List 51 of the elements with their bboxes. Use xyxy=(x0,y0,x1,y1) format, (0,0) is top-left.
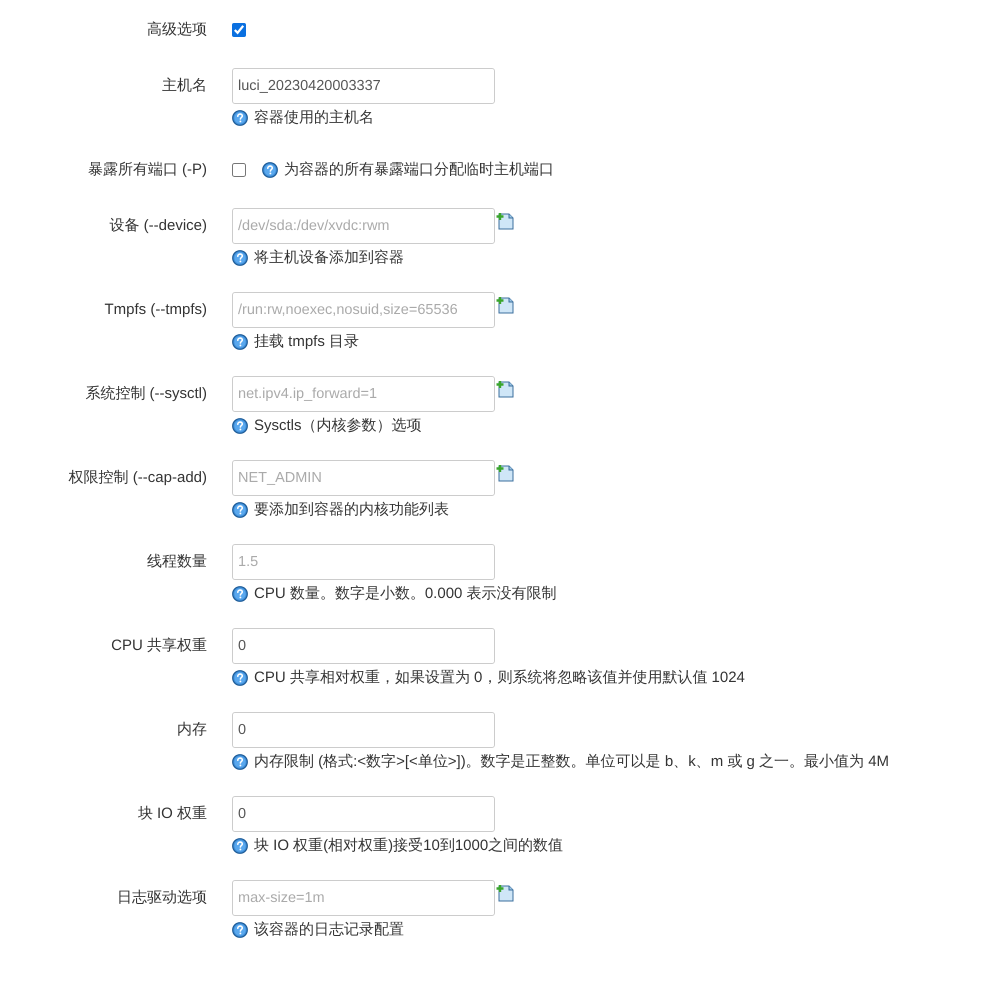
help-icon xyxy=(262,162,278,178)
text-field[interactable]: /run:rw,noexec,nosuid,size=65536 xyxy=(232,292,495,328)
checkbox[interactable] xyxy=(232,163,246,177)
text-field[interactable]: 0 xyxy=(232,796,495,832)
field-label: Tmpfs (--tmpfs) xyxy=(104,301,207,318)
field-label: 暴露所有端口 (-P) xyxy=(88,161,207,178)
checkbox[interactable] xyxy=(232,23,246,37)
text-field[interactable]: 0 xyxy=(232,628,495,664)
field-label: 系统控制 (--sysctl) xyxy=(85,385,207,402)
help-icon xyxy=(232,334,248,350)
help-text: 要添加到容器的内核功能列表 xyxy=(254,500,449,520)
help-text: CPU 共享相对权重，如果设置为 0，则系统将忽略该值并使用默认值 1024 xyxy=(254,668,745,688)
add-icon[interactable] xyxy=(496,295,515,314)
help-icon xyxy=(232,110,248,126)
add-icon[interactable] xyxy=(496,463,515,482)
help-icon xyxy=(232,922,248,938)
field-label: 内存 xyxy=(177,721,207,738)
add-icon[interactable] xyxy=(496,379,515,398)
help-icon xyxy=(232,838,248,854)
help-icon xyxy=(232,250,248,266)
help-text: 容器使用的主机名 xyxy=(254,108,374,128)
help-icon xyxy=(232,586,248,602)
field-label: 主机名 xyxy=(162,77,207,94)
help-icon xyxy=(232,502,248,518)
field-label: 权限控制 (--cap-add) xyxy=(68,469,207,486)
field-label: 日志驱动选项 xyxy=(117,889,207,906)
add-icon[interactable] xyxy=(496,883,515,902)
text-field[interactable]: net.ipv4.ip_forward=1 xyxy=(232,376,495,412)
field-label: 线程数量 xyxy=(147,553,207,570)
field-label: 块 IO 权重 xyxy=(138,805,207,822)
help-icon xyxy=(232,670,248,686)
text-field[interactable]: /dev/sda:/dev/xvdc:rwm xyxy=(232,208,495,244)
text-field[interactable]: NET_ADMIN xyxy=(232,460,495,496)
help-text: 将主机设备添加到容器 xyxy=(254,248,404,268)
field-label: 设备 (--device) xyxy=(109,217,207,234)
text-field[interactable]: luci_20230420003337 xyxy=(232,68,495,104)
help-text: 内存限制 (格式:<数字>[<单位>])。数字是正整数。单位可以是 b、k、m 或 g 之一。最小值为 4M xyxy=(254,752,890,772)
help-text: 为容器的所有暴露端口分配临时主机端口 xyxy=(284,160,554,180)
field-label: 高级选项 xyxy=(147,21,207,38)
help-icon xyxy=(232,754,248,770)
help-text: CPU 数量。数字是小数。0.000 表示没有限制 xyxy=(254,584,557,604)
help-text: 该容器的日志记录配置 xyxy=(254,920,404,940)
help-text: 挂载 tmpfs 目录 xyxy=(254,332,360,352)
add-icon[interactable] xyxy=(496,211,515,230)
help-text: 块 IO 权重(相对权重)接受10到1000之间的数值 xyxy=(254,836,564,856)
help-icon xyxy=(232,418,248,434)
text-field[interactable]: 1.5 xyxy=(232,544,495,580)
help-text: Sysctls（内核参数）选项 xyxy=(254,416,422,436)
text-field[interactable]: max-size=1m xyxy=(232,880,495,916)
field-label: CPU 共享权重 xyxy=(111,637,207,654)
text-field[interactable]: 0 xyxy=(232,712,495,748)
